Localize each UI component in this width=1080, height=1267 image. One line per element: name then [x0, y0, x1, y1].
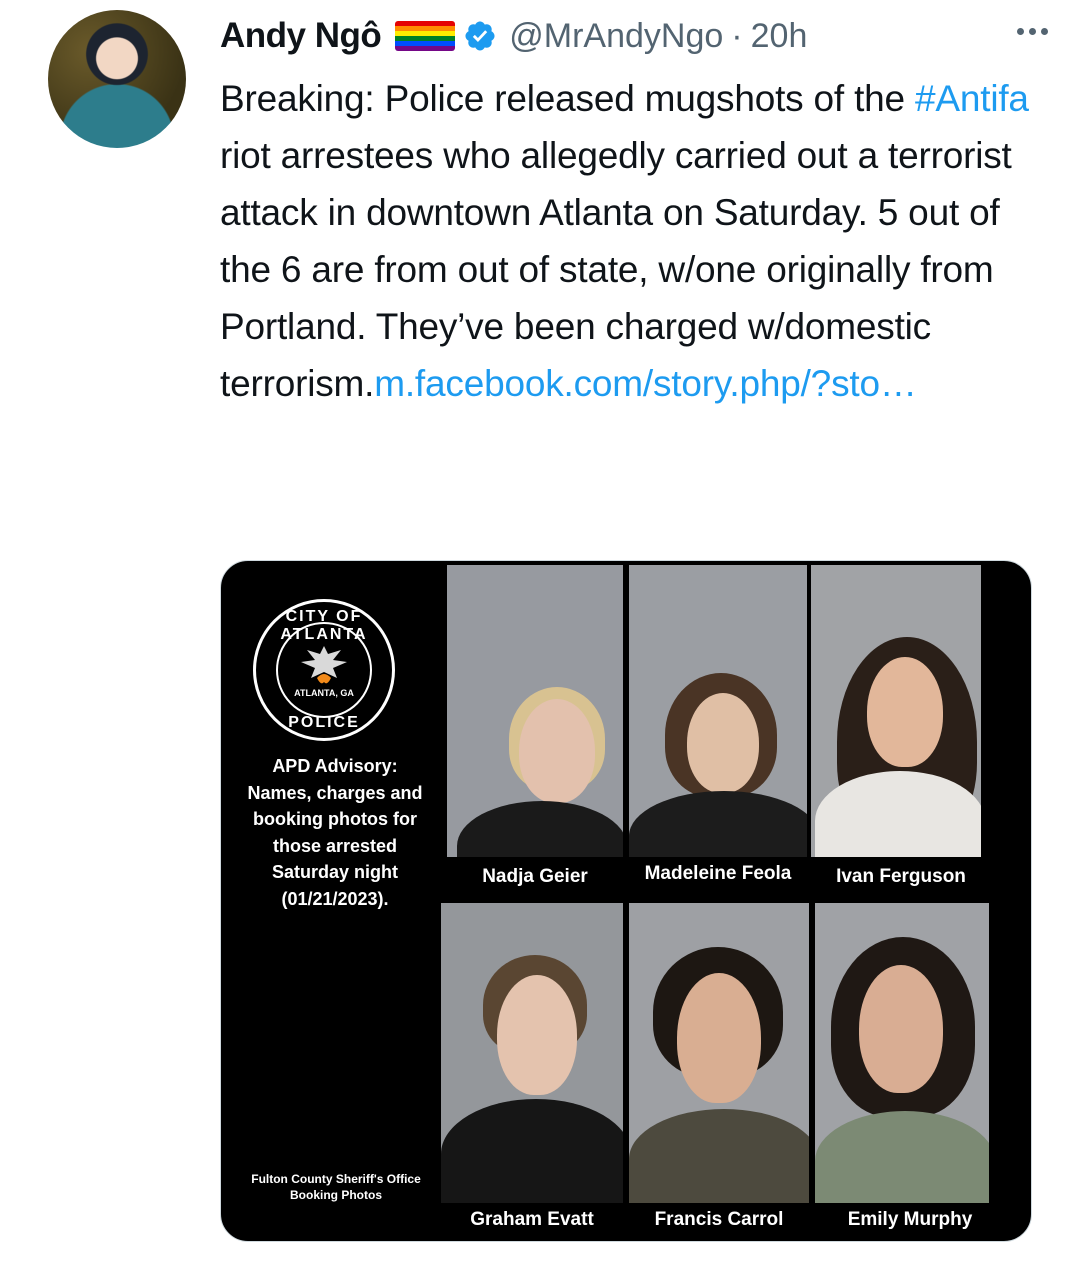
- phoenix-icon: [301, 646, 347, 684]
- advisory-line: Saturday night: [271, 862, 398, 882]
- tweet-text: Breaking: Police released mugshots of th…: [220, 70, 1040, 412]
- mugshot-photo: [447, 565, 623, 857]
- separator-dot: ·: [731, 16, 743, 55]
- tweet-header: Andy Ngô @MrAndyNgo · 20h: [220, 12, 1060, 60]
- author-avatar[interactable]: [48, 10, 186, 148]
- author-name[interactable]: Andy Ngô: [220, 16, 382, 56]
- person-name-label: Madeleine Feola: [644, 863, 792, 884]
- more-options-icon[interactable]: [1017, 28, 1048, 35]
- advisory-line: Names, charges and: [247, 782, 423, 803]
- mugshot-photo: [629, 903, 809, 1203]
- advisory-line: APD Advisory:: [272, 756, 398, 776]
- advisory-line: (01/21/2023).: [281, 888, 389, 909]
- atlanta-police-seal: CITY OF ATLANTA ATLANTA, GA POLICE: [253, 599, 395, 741]
- person-name-label: Francis Carrol: [654, 1209, 784, 1230]
- credit-line: Booking Photos: [290, 1188, 382, 1202]
- mugshot-photo: [629, 565, 807, 857]
- person-name-label: Nadja Geier: [482, 866, 588, 887]
- seal-bottom-text: POLICE: [288, 714, 360, 731]
- seal-top-text: CITY OF ATLANTA: [280, 608, 368, 643]
- pride-flag-icon: [395, 21, 456, 51]
- credit-line: Fulton County Sheriff's Office: [251, 1172, 421, 1186]
- person-name-label: Graham Evatt: [470, 1209, 594, 1230]
- person-name-label: Ivan Ferguson: [836, 866, 966, 887]
- advisory-line: those arrested: [272, 835, 398, 856]
- mugshot-photo: [815, 903, 989, 1203]
- tweet-timestamp[interactable]: 20h: [751, 17, 808, 56]
- tweet-text-intro: Breaking: Police released mugshots of th…: [220, 78, 905, 119]
- mugshot-photo: [811, 565, 981, 857]
- tweet-media-image[interactable]: CITY OF ATLANTA ATLANTA, GA POLICE APD A…: [220, 560, 1032, 1242]
- verified-badge-icon: [465, 21, 495, 51]
- seal-inner-text: ATLANTA, GA: [294, 688, 354, 698]
- external-link[interactable]: m.facebook.com/story.php/?sto…: [374, 363, 917, 404]
- advisory-line: booking photos for: [253, 809, 417, 829]
- hashtag-link[interactable]: #Antifa: [915, 78, 1029, 119]
- person-name-label: Emily Murphy: [847, 1209, 973, 1230]
- mugshot-photo: [441, 903, 623, 1203]
- photo-credit: Fulton County Sheriff's Office Booking P…: [241, 1171, 431, 1203]
- advisory-text: APD Advisory: Names, charges and booking…: [233, 753, 437, 912]
- author-handle[interactable]: @MrAndyNgo: [509, 17, 723, 56]
